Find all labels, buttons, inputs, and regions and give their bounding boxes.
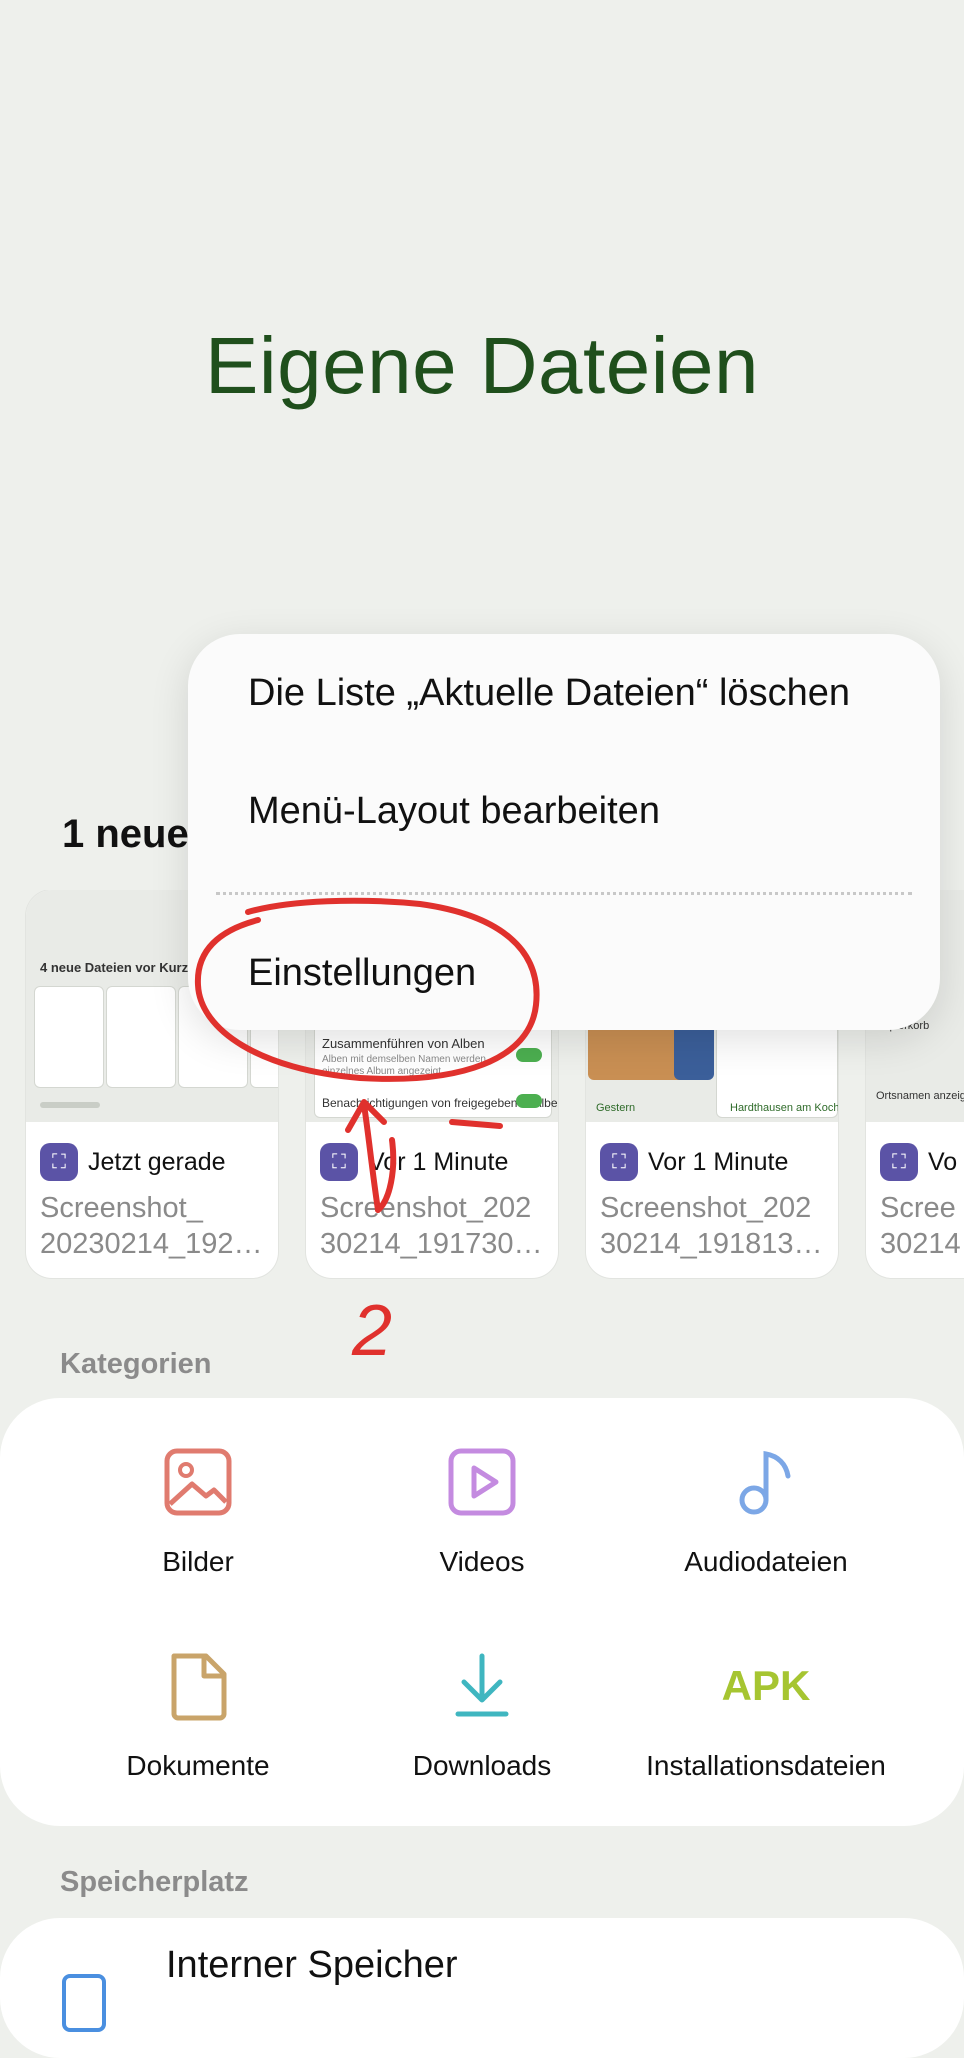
annotation-marker: 2	[352, 1291, 393, 1371]
category-label: Bilder	[162, 1546, 234, 1577]
category-documents[interactable]: Dokumente	[48, 1646, 348, 1782]
screenshot-icon: ⛶	[880, 1143, 918, 1181]
thumbnail-text: Gestern	[596, 1102, 636, 1114]
category-videos[interactable]: Videos	[332, 1442, 632, 1578]
file-name: Screenshot_202 30214_191730…	[320, 1192, 543, 1260]
download-icon	[332, 1646, 632, 1726]
thumbnail-text: einzelnes Album angezeigt	[322, 1066, 441, 1077]
file-name: Screenshot_ 20230214_192…	[40, 1192, 263, 1260]
phone-storage-icon	[62, 1974, 106, 2032]
categories-panel: Bilder Videos Audiodateien Dokumente Dow…	[0, 1398, 964, 1826]
screenshot-icon: ⛶	[320, 1143, 358, 1181]
screenshot-icon: ⛶	[40, 1143, 78, 1181]
category-images[interactable]: Bilder	[48, 1442, 348, 1578]
video-icon	[332, 1442, 632, 1522]
storage-label: Speicherplatz	[60, 1866, 249, 1898]
file-time: Vor 1 Minute	[368, 1147, 509, 1176]
category-label: Videos	[439, 1546, 525, 1577]
menu-divider	[216, 892, 912, 895]
category-label: Downloads	[412, 1750, 552, 1781]
page-title: Eigene Dateien	[204, 321, 760, 410]
category-label: Dokumente	[126, 1750, 270, 1781]
thumbnail-text: Alben mit demselben Namen werden	[322, 1054, 486, 1065]
thumbnail-text: Hardthausen am Kocher	[730, 1102, 838, 1114]
file-name: Screenshot_202 30214_191813…	[600, 1192, 823, 1260]
category-downloads[interactable]: Downloads	[332, 1646, 632, 1782]
image-icon	[48, 1442, 348, 1522]
file-time: Vo	[928, 1147, 958, 1176]
recent-files-header: 1 neue	[62, 812, 189, 856]
category-audio[interactable]: Audiodateien	[616, 1442, 916, 1578]
category-label: Installationsdateien	[646, 1750, 886, 1781]
document-icon	[48, 1646, 348, 1726]
thumbnail-text: Zusammenführen von Alben	[322, 1036, 485, 1051]
category-installation-files[interactable]: APK Installationsdateien	[616, 1646, 916, 1782]
screenshot-icon: ⛶	[600, 1143, 638, 1181]
file-time: Vor 1 Minute	[648, 1147, 789, 1176]
file-name: Scree 30214	[880, 1192, 961, 1260]
apk-icon: APK	[721, 1662, 811, 1709]
menu-item-settings[interactable]: Einstellungen	[248, 952, 476, 995]
menu-item-clear-recent[interactable]: Die Liste „Aktuelle Dateien“ löschen	[248, 672, 850, 715]
category-label: Audiodateien	[684, 1546, 848, 1577]
file-time: Jetzt gerade	[88, 1147, 226, 1176]
overflow-menu-popup: Die Liste „Aktuelle Dateien“ löschen Men…	[188, 634, 940, 1030]
internal-storage-item[interactable]: Interner Speicher	[0, 1918, 964, 2058]
thumbnail-text: Ortsnamen anzeigen	[876, 1090, 964, 1102]
music-note-icon	[616, 1442, 916, 1522]
categories-label: Kategorien	[60, 1348, 212, 1380]
menu-item-edit-layout[interactable]: Menü-Layout bearbeiten	[248, 790, 660, 833]
internal-storage-label: Interner Speicher	[166, 1944, 458, 1986]
